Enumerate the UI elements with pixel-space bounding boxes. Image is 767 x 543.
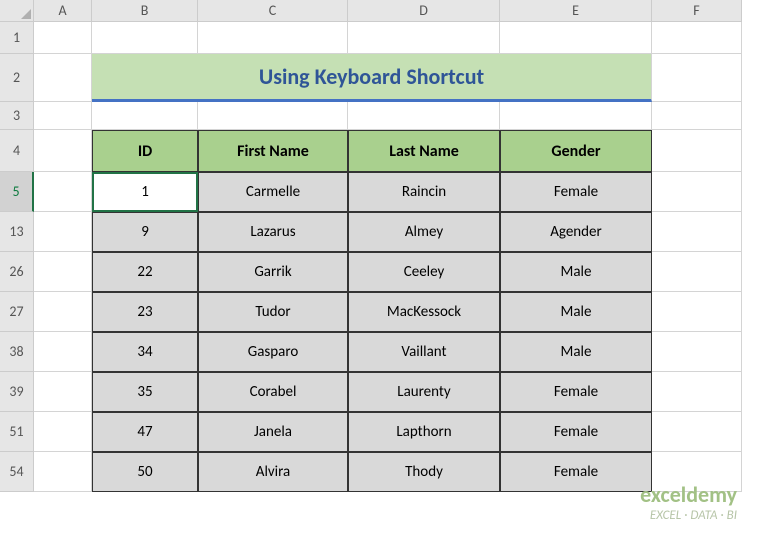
cell-first-51[interactable]: Janela <box>198 412 348 452</box>
cell-gender-5[interactable]: Female <box>500 172 652 212</box>
cell-A2[interactable] <box>34 54 92 102</box>
cell-first-26[interactable]: Garrik <box>198 252 348 292</box>
cell-F51[interactable] <box>652 412 742 452</box>
cell-D1[interactable] <box>348 22 500 54</box>
row-header-3[interactable]: 3 <box>0 102 34 130</box>
cell-gender-39[interactable]: Female <box>500 372 652 412</box>
select-all-icon <box>21 9 31 19</box>
spreadsheet: ABCDEF 1234513262738395154 Using Keyboar… <box>0 0 767 543</box>
cell-A26[interactable] <box>34 252 92 292</box>
cell-F26[interactable] <box>652 252 742 292</box>
cell-gender-54[interactable]: Female <box>500 452 652 492</box>
cell-F2[interactable] <box>652 54 742 102</box>
column-header-E[interactable]: E <box>500 0 652 22</box>
table-header-1[interactable]: First Name <box>198 130 348 172</box>
cell-gender-38[interactable]: Male <box>500 332 652 372</box>
cell-id-51[interactable]: 47 <box>92 412 198 452</box>
watermark: exceldemy EXCEL · DATA · BI <box>640 481 737 523</box>
cell-id-54[interactable]: 50 <box>92 452 198 492</box>
cell-F38[interactable] <box>652 332 742 372</box>
row-header-51[interactable]: 51 <box>0 412 34 452</box>
column-header-A[interactable]: A <box>34 0 92 22</box>
cell-last-26[interactable]: Ceeley <box>348 252 500 292</box>
table-header-3[interactable]: Gender <box>500 130 652 172</box>
cell-F13[interactable] <box>652 212 742 252</box>
cell-last-38[interactable]: Vaillant <box>348 332 500 372</box>
row-header-26[interactable]: 26 <box>0 252 34 292</box>
cell-F5[interactable] <box>652 172 742 212</box>
cell-F27[interactable] <box>652 292 742 332</box>
cell-id-27[interactable]: 23 <box>92 292 198 332</box>
cell-B1[interactable] <box>92 22 198 54</box>
cell-id-26[interactable]: 22 <box>92 252 198 292</box>
row-headers: 1234513262738395154 <box>0 22 34 492</box>
cell-C3[interactable] <box>198 102 348 130</box>
cell-id-13[interactable]: 9 <box>92 212 198 252</box>
cell-last-39[interactable]: Laurenty <box>348 372 500 412</box>
column-header-F[interactable]: F <box>652 0 742 22</box>
cell-last-13[interactable]: Almey <box>348 212 500 252</box>
watermark-brand: exceldemy <box>640 481 737 508</box>
cell-F1[interactable] <box>652 22 742 54</box>
cell-A1[interactable] <box>34 22 92 54</box>
cell-C1[interactable] <box>198 22 348 54</box>
cell-A51[interactable] <box>34 412 92 452</box>
table-header-2[interactable]: Last Name <box>348 130 500 172</box>
row-header-4[interactable]: 4 <box>0 130 34 172</box>
cell-id-38[interactable]: 34 <box>92 332 198 372</box>
row-header-5[interactable]: 5 <box>0 172 34 212</box>
row-header-1[interactable]: 1 <box>0 22 34 54</box>
cell-B3[interactable] <box>92 102 198 130</box>
cell-first-39[interactable]: Corabel <box>198 372 348 412</box>
cell-gender-26[interactable]: Male <box>500 252 652 292</box>
cell-first-54[interactable]: Alvira <box>198 452 348 492</box>
cell-A5[interactable] <box>34 172 92 212</box>
column-headers: ABCDEF <box>34 0 742 22</box>
column-header-C[interactable]: C <box>198 0 348 22</box>
cell-F3[interactable] <box>652 102 742 130</box>
column-header-B[interactable]: B <box>92 0 198 22</box>
cell-first-13[interactable]: Lazarus <box>198 212 348 252</box>
cell-A3[interactable] <box>34 102 92 130</box>
grid-area: Using Keyboard Shortcut IDFirst NameLast … <box>34 22 742 492</box>
cell-first-38[interactable]: Gasparo <box>198 332 348 372</box>
cell-last-51[interactable]: Lapthorn <box>348 412 500 452</box>
cell-first-5[interactable]: Carmelle <box>198 172 348 212</box>
cell-last-5[interactable]: Raincin <box>348 172 500 212</box>
cell-id-5[interactable]: 1 <box>92 172 198 212</box>
cell-id-39[interactable]: 35 <box>92 372 198 412</box>
cell-gender-27[interactable]: Male <box>500 292 652 332</box>
cell-F4[interactable] <box>652 130 742 172</box>
cell-E1[interactable] <box>500 22 652 54</box>
row-header-54[interactable]: 54 <box>0 452 34 492</box>
cell-A39[interactable] <box>34 372 92 412</box>
cell-F39[interactable] <box>652 372 742 412</box>
cell-A27[interactable] <box>34 292 92 332</box>
title-banner[interactable]: Using Keyboard Shortcut <box>92 54 652 102</box>
cell-A4[interactable] <box>34 130 92 172</box>
cell-gender-13[interactable]: Agender <box>500 212 652 252</box>
select-all-corner[interactable] <box>0 0 34 22</box>
cell-A54[interactable] <box>34 452 92 492</box>
column-header-D[interactable]: D <box>348 0 500 22</box>
cell-A38[interactable] <box>34 332 92 372</box>
cell-E3[interactable] <box>500 102 652 130</box>
cell-A13[interactable] <box>34 212 92 252</box>
table-header-0[interactable]: ID <box>92 130 198 172</box>
watermark-sub: EXCEL · DATA · BI <box>640 508 737 523</box>
cell-last-27[interactable]: MacKessock <box>348 292 500 332</box>
row-header-13[interactable]: 13 <box>0 212 34 252</box>
row-header-39[interactable]: 39 <box>0 372 34 412</box>
cell-gender-51[interactable]: Female <box>500 412 652 452</box>
row-header-2[interactable]: 2 <box>0 54 34 102</box>
cell-first-27[interactable]: Tudor <box>198 292 348 332</box>
cell-D3[interactable] <box>348 102 500 130</box>
cell-last-54[interactable]: Thody <box>348 452 500 492</box>
row-header-27[interactable]: 27 <box>0 292 34 332</box>
row-header-38[interactable]: 38 <box>0 332 34 372</box>
